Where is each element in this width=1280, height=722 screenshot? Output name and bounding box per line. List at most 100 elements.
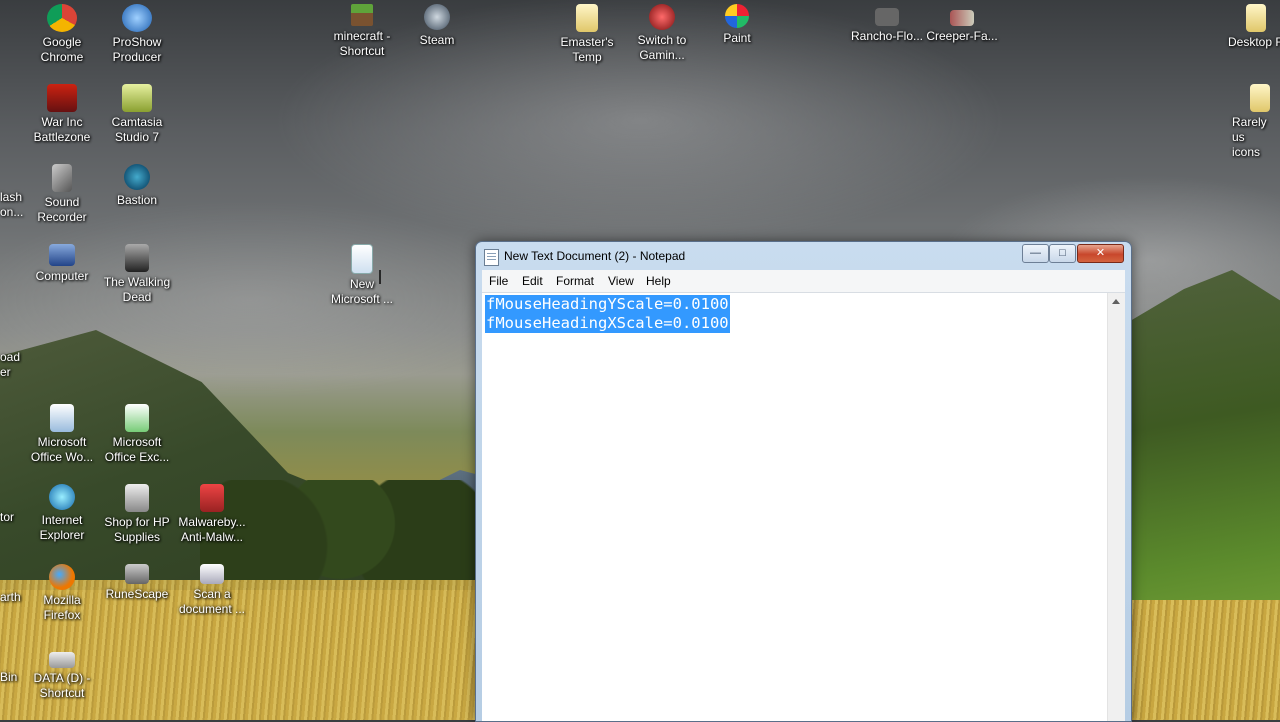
icon-label: Mozilla Firefox [43, 593, 81, 622]
icon-label: Bastion [116, 193, 158, 207]
maximize-button[interactable]: □ [1049, 244, 1076, 263]
chrome-icon [47, 4, 77, 32]
word-icon [50, 404, 74, 432]
icon-label: War Inc Battlezone [33, 115, 91, 144]
icon-label: Creeper-Fa... [926, 29, 998, 43]
menu-bar: File Edit Format View Help [482, 270, 1125, 293]
desktop-icon-clipped-label[interactable]: Bin [0, 670, 17, 685]
text-editor[interactable]: fMouseHeadingYScale=0.0100 fMouseHeading… [482, 293, 1125, 721]
text-line-selected[interactable]: fMouseHeadingXScale=0.0100 [485, 314, 730, 333]
desktop-icon-internet-explorer[interactable]: Internet Explorer [24, 484, 100, 543]
icon-label: Paint [723, 31, 751, 45]
excel-icon [125, 404, 149, 432]
minecraft-icon [351, 4, 373, 26]
scanner-icon [200, 564, 224, 584]
icon-label: Malwareby... Anti-Malw... [178, 515, 246, 544]
desktop-icon-new-microsoft[interactable]: New Microsoft ... [324, 244, 400, 307]
vertical-scrollbar[interactable] [1107, 293, 1125, 721]
icon-label: Rancho-Flo... [850, 29, 924, 43]
desktop-icon-data-d[interactable]: DATA (D) - Shortcut [24, 644, 100, 701]
icon-label: Internet Explorer [39, 513, 85, 542]
desktop-icon-malwarebytes[interactable]: Malwareby... Anti-Malw... [174, 484, 250, 545]
microphone-icon [52, 164, 72, 192]
icon-label: minecraft - Shortcut [333, 29, 391, 58]
icon-label: Rarely us icons [1232, 115, 1267, 159]
desktop-icon-rancho-flo[interactable]: Rancho-Flo... [849, 4, 925, 44]
icon-label: Camtasia Studio 7 [111, 115, 163, 144]
title-bar[interactable]: New Text Document (2) - Notepad — □ ✕ [476, 242, 1131, 270]
desktop-icon-creeper-fa[interactable]: Creeper-Fa... [924, 4, 1000, 44]
wheat-field-right [1128, 600, 1280, 720]
menu-file[interactable]: File [489, 274, 508, 288]
desktop-icon-clipped-label[interactable]: oad er [0, 350, 20, 380]
drive-icon [49, 652, 75, 668]
desktop-icon-clipped-label[interactable]: arth [0, 590, 21, 605]
mountain-right [1120, 270, 1280, 650]
desktop-icon-scan-document[interactable]: Scan a document ... [174, 564, 250, 617]
desktop-icon-emasters-temp[interactable]: Emaster's Temp [549, 4, 625, 65]
icon-label: Microsoft Office Exc... [104, 435, 170, 464]
icon-label: ProShow Producer [112, 35, 162, 64]
desktop-icon-firefox[interactable]: Mozilla Firefox [24, 564, 100, 623]
desktop-icon-ms-excel[interactable]: Microsoft Office Exc... [99, 404, 175, 465]
desktop-icon-google-chrome[interactable]: Google Chrome [24, 4, 100, 65]
icon-label: Switch to Gamin... [637, 33, 687, 62]
close-button[interactable]: ✕ [1077, 244, 1124, 263]
scroll-up-arrow-icon[interactable] [1112, 299, 1120, 304]
desktop-icon-hp-supplies[interactable]: Shop for HP Supplies [99, 484, 175, 545]
icon-label: Steam [419, 33, 455, 47]
desktop-icon-clipped-label[interactable]: tor [0, 510, 14, 525]
menu-format[interactable]: Format [556, 274, 594, 288]
desktop-icon-steam[interactable]: Steam [399, 4, 475, 48]
text-line-selected[interactable]: fMouseHeadingYScale=0.0100 [485, 295, 730, 314]
menu-view[interactable]: View [608, 274, 634, 288]
proshow-icon [122, 4, 152, 32]
bastion-icon [124, 164, 150, 190]
icon-label: RuneScape [105, 587, 169, 601]
icon-label: Computer [35, 269, 89, 283]
desktop-icon-proshow-producer[interactable]: ProShow Producer [99, 4, 175, 65]
document-icon [351, 244, 373, 274]
icon-label: The Walking Dead [103, 275, 171, 304]
desktop-icon-paint[interactable]: Paint [699, 4, 775, 46]
desktop-icon-war-inc[interactable]: War Inc Battlezone [24, 84, 100, 145]
icon-label: New Microsoft ... [330, 277, 393, 306]
notepad-icon [484, 249, 499, 266]
icon-label: Microsoft Office Wo... [30, 435, 94, 464]
desktop-icon-minecraft[interactable]: minecraft - Shortcut [324, 4, 400, 59]
window-title: New Text Document (2) - Notepad [504, 249, 686, 263]
icon-label: Scan a document ... [178, 587, 246, 616]
malwarebytes-icon [200, 484, 224, 512]
desktop-icon-clipped-label[interactable]: lash on... [0, 190, 23, 220]
paint-icon [725, 4, 749, 28]
computer-icon [49, 244, 75, 266]
desktop-icon-switch-to-gaming[interactable]: Switch to Gamin... [624, 4, 700, 63]
menu-edit[interactable]: Edit [522, 274, 543, 288]
minimize-button[interactable]: — [1022, 244, 1049, 263]
desktop-icon-computer[interactable]: Computer [24, 244, 100, 284]
icon-label: Desktop F [1228, 35, 1280, 49]
desktop-icon-runescape[interactable]: RuneScape [99, 564, 175, 602]
icon-label: DATA (D) - Shortcut [33, 671, 91, 700]
menu-help[interactable]: Help [646, 274, 671, 288]
camtasia-icon [122, 84, 152, 112]
runescape-icon [125, 564, 149, 584]
folder-icon [1246, 4, 1266, 32]
text-cursor-icon [379, 270, 381, 284]
desktop-icon-bastion[interactable]: Bastion [99, 164, 175, 208]
notepad-window[interactable]: New Text Document (2) - Notepad — □ ✕ Fi… [475, 241, 1132, 722]
printer-icon [125, 484, 149, 512]
icon-label: Google Chrome [40, 35, 84, 64]
icon-label: Emaster's Temp [560, 35, 614, 64]
desktop-icon-camtasia[interactable]: Camtasia Studio 7 [99, 84, 175, 145]
firefox-icon [49, 564, 75, 590]
desktop-icon-desktop-f[interactable]: Desktop F [1222, 4, 1280, 50]
icon-label: Shop for HP Supplies [104, 515, 170, 544]
desktop-icon-ms-word[interactable]: Microsoft Office Wo... [24, 404, 100, 465]
walking-dead-icon [125, 244, 149, 272]
desktop-icon-sound-recorder[interactable]: Sound Recorder [24, 164, 100, 225]
desktop-icon-walking-dead[interactable]: The Walking Dead [99, 244, 175, 305]
desktop-icon-rarely-used[interactable]: Rarely us icons [1226, 84, 1280, 160]
icon-label: Sound Recorder [37, 195, 87, 224]
gaming-icon [649, 4, 675, 30]
